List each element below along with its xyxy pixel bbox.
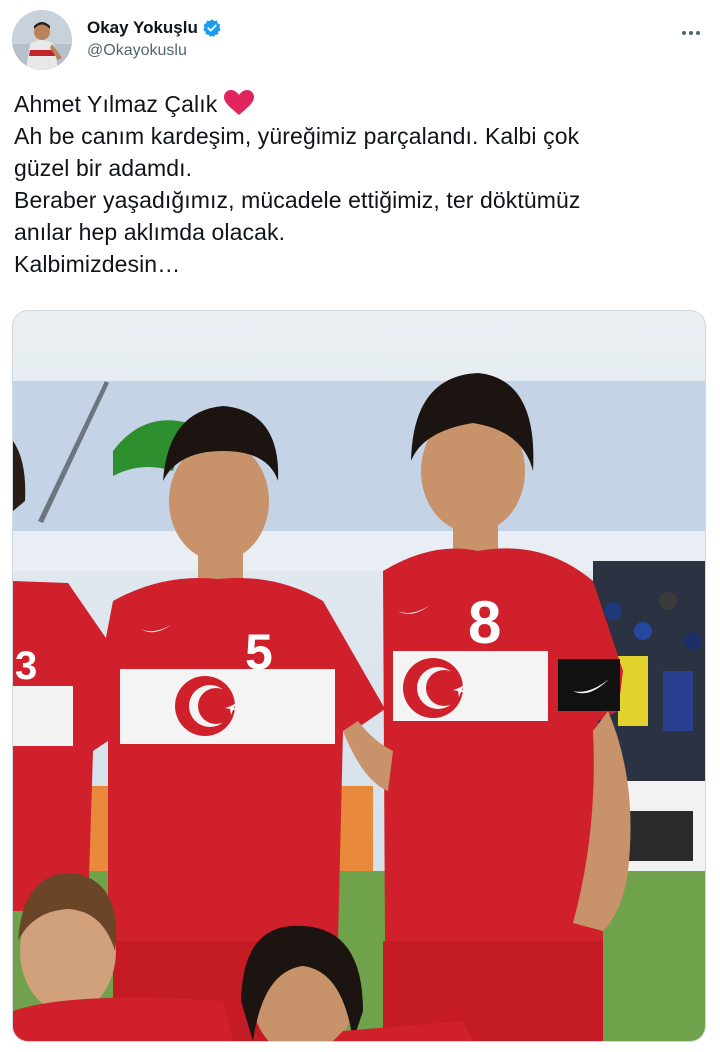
tweet-line: Ahmet Yılmaz Çalık xyxy=(14,88,704,120)
display-name[interactable]: Okay Yokuşlu xyxy=(87,18,198,38)
user-handle[interactable]: @Okayokuslu xyxy=(87,42,222,60)
tweet-line: anılar hep aklımda olacak. xyxy=(14,219,286,245)
tweet-text: Ahmet Yılmaz Çalık Ah be canım kardeşim,… xyxy=(14,88,704,280)
avatar[interactable] xyxy=(12,10,72,70)
jersey-number: 8 xyxy=(468,589,501,656)
tweet-header: Okay Yokuşlu @Okayokuslu xyxy=(12,10,708,74)
tweet-line: Ah be canım kardeşim, yüreğimiz parçalan… xyxy=(14,123,580,149)
more-horizontal-icon[interactable] xyxy=(674,16,708,50)
tweet-photo[interactable]: 3 5 8 xyxy=(12,310,706,1042)
avatar-photo xyxy=(12,10,72,70)
tweet-line: güzel bir adamdı. xyxy=(14,155,193,181)
verified-badge-icon xyxy=(202,18,222,38)
team-photo-illustration: 3 5 8 xyxy=(13,311,705,1041)
red-heart-icon xyxy=(223,90,255,116)
tweet-line: Kalbimizdesin… xyxy=(14,251,181,277)
jersey-number: 3 xyxy=(15,644,37,688)
tweet-line: Beraber yaşadığımız, mücadele ettiğimiz,… xyxy=(14,187,581,213)
jersey-number: 5 xyxy=(245,624,273,680)
